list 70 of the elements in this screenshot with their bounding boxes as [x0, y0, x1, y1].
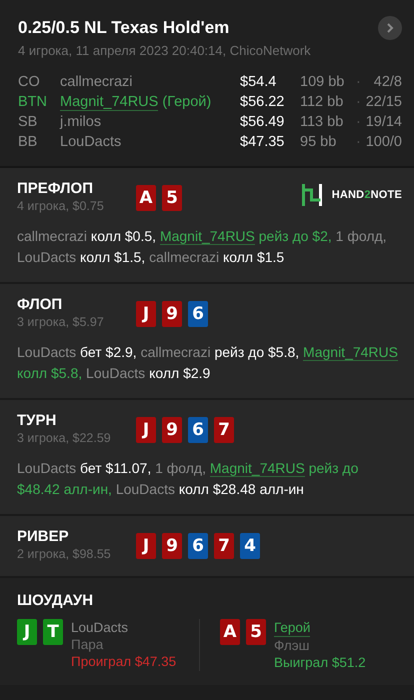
player-name: LouDacts [71, 619, 128, 636]
action-log: LouDacts бет $2.9, callmecrazi рейз до $5.8, Magnit_74RUS колл $5.8, LouDacts колл $2.9 [17, 343, 399, 383]
playing-card: 7 [214, 533, 234, 559]
playing-card: J [136, 533, 156, 559]
player-link[interactable]: Magnit_74RUS [60, 94, 158, 111]
stack-amount: $54.4 [240, 73, 278, 92]
playing-card: J [136, 417, 156, 443]
playing-card: 6 [188, 417, 208, 443]
position-label: SB [18, 113, 38, 132]
chevron-right-icon [385, 22, 395, 34]
stack-bb: 112 bb [300, 93, 344, 112]
street-title: ФЛОП [17, 296, 64, 314]
section-title: ШОУДАУН [17, 592, 94, 609]
separator-dot: · [356, 73, 361, 92]
player-link[interactable]: Герой [274, 619, 310, 637]
player-stats: 100/0 [366, 133, 402, 152]
position-label: BTN [18, 93, 48, 112]
separator-dot: · [356, 93, 361, 112]
separator-dot: · [356, 113, 361, 132]
player-link[interactable]: Magnit_74RUS [210, 460, 305, 477]
playing-card: 5 [162, 185, 182, 211]
hand-info: 4 игрока, 11 апреля 2023 20:40:14, ChicoNetwork [18, 43, 312, 58]
stack-bb: 95 bb [300, 133, 338, 152]
playing-card: J [17, 619, 37, 645]
player-stats: 19/14 [366, 113, 402, 132]
playing-card: J [136, 301, 156, 327]
player-stats: 22/15 [366, 93, 402, 112]
playing-card: T [43, 619, 63, 645]
playing-card: 6 [188, 533, 208, 559]
player-stats: 42/8 [374, 73, 402, 92]
separator-dot: · [356, 133, 361, 152]
street-info: 2 игрока, $98.55 [17, 546, 112, 562]
playing-card: 9 [162, 417, 182, 443]
stack-amount: $56.22 [240, 93, 286, 112]
playing-card: 5 [246, 619, 266, 645]
hand-combo: Флэш [274, 637, 310, 654]
player-name: j.milos [60, 113, 102, 132]
street-info: 3 игрока, $5.97 [17, 314, 105, 330]
hero-tag: (Герой) [162, 94, 212, 110]
stack-amount: $47.35 [240, 133, 286, 152]
playing-card: 6 [188, 301, 208, 327]
street-title: РИВЕР [17, 528, 70, 546]
stack-bb: 109 bb [300, 73, 346, 92]
street-info: 4 игрока, $0.75 [17, 198, 105, 214]
playing-card: 7 [214, 417, 234, 443]
player-link[interactable]: Magnit_74RUS [303, 344, 398, 361]
logo-text: HAND2NOTE [332, 189, 402, 201]
logo-icon [302, 184, 322, 206]
player-name: LouDacts [60, 133, 122, 152]
player-name: callmecrazi [60, 73, 134, 92]
action-log: LouDacts бет $11.07, 1 фолд, Magnit_74RUS рейз до $48.42 алл-ин, LouDacts колл $28.48 алл-ин [17, 459, 360, 499]
street-title: ПРЕФЛОП [17, 180, 94, 198]
player-link[interactable]: Magnit_74RUS [160, 228, 255, 245]
stack-amount: $56.49 [240, 113, 286, 132]
position-label: BB [18, 133, 38, 152]
next-button[interactable] [378, 16, 402, 40]
street-info: 3 игрока, $22.59 [17, 430, 112, 446]
playing-card: 4 [240, 533, 260, 559]
playing-card: 9 [162, 301, 182, 327]
playing-card: A [136, 185, 156, 211]
result-text: Выиграл $51.2 [274, 654, 366, 671]
position-label: CO [18, 73, 41, 92]
street-title: ТУРН [17, 412, 58, 430]
result-text: Проиграл $47.35 [71, 653, 176, 670]
action-log: callmecrazi колл $0.5, Magnit_74RUS рейз до $2, 1 фолд, LouDacts колл $1.5, callmecrazi колл $1.5 [17, 227, 388, 267]
playing-card: A [220, 619, 240, 645]
stack-bb: 113 bb [300, 113, 344, 132]
playing-card: 9 [162, 533, 182, 559]
hand-title: 0.25/0.5 NL Texas Hold'em [18, 18, 230, 38]
hand-combo: Пара [71, 636, 104, 653]
